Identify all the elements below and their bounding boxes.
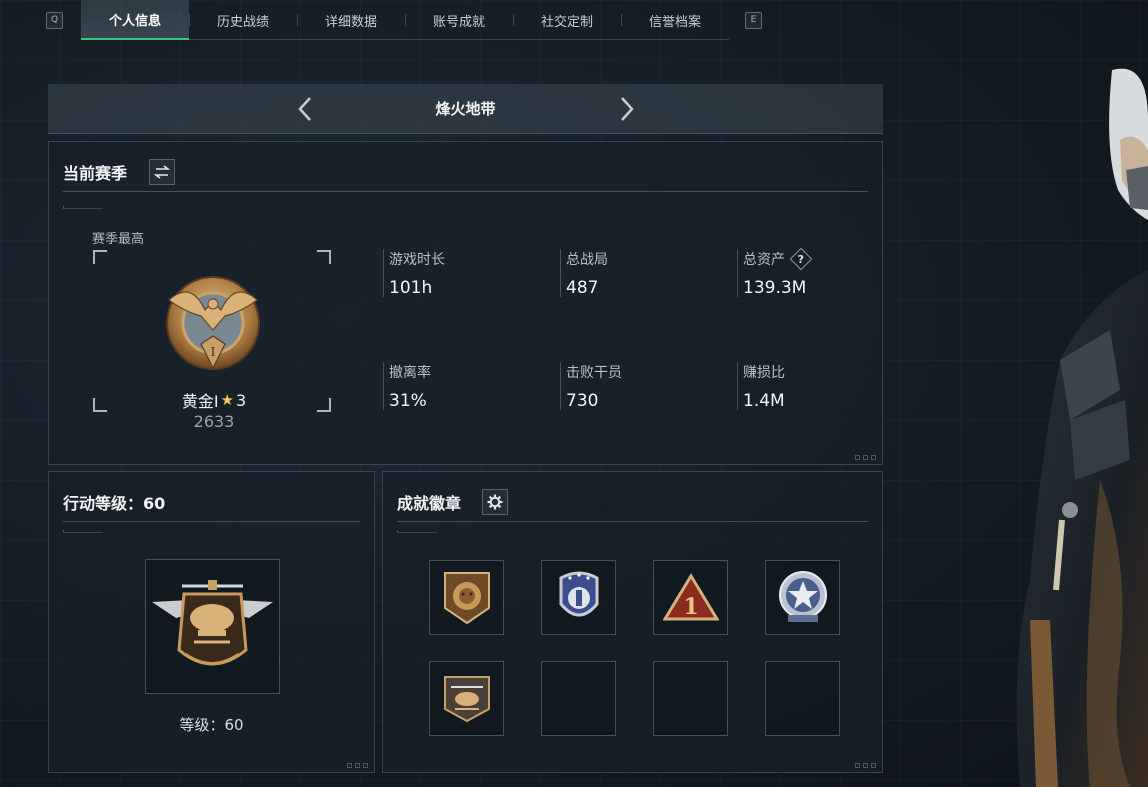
gold-rank-medal-icon: I <box>166 276 260 370</box>
help-icon[interactable]: ? <box>789 247 813 271</box>
lion-badge-icon <box>443 571 490 624</box>
tab-social-customize[interactable]: 社交定制 <box>513 0 621 40</box>
badge-settings-button[interactable] <box>482 489 508 515</box>
achievement-badges-panel: 成就徽章 1 <box>382 471 883 773</box>
decor-dots <box>347 763 368 768</box>
decor-ticks <box>397 530 437 533</box>
season-best-label: 赛季最高 <box>92 232 145 247</box>
rank-tier: 黄金I <box>181 392 219 411</box>
mode-title: 烽火地带 <box>435 100 496 118</box>
level-label: 等级：60 <box>179 716 244 734</box>
badge-slot-8-empty[interactable] <box>765 661 840 736</box>
badge-slot-6-empty[interactable] <box>541 661 616 736</box>
stat-total-assets: 总资产 ? 139.3M <box>737 247 813 298</box>
triangle-one-badge-icon: 1 <box>662 572 719 620</box>
divider <box>397 521 868 522</box>
decor-ticks <box>63 530 103 533</box>
panel-title: 成就徽章 <box>397 494 462 513</box>
stat-label: 总资产 <box>743 252 785 268</box>
badge-slot-1[interactable] <box>429 560 504 635</box>
divider <box>63 191 868 192</box>
tab-match-history[interactable]: 历史战绩 <box>189 0 297 40</box>
tab-personal-info[interactable]: 个人信息 <box>81 0 189 40</box>
divider <box>63 521 360 522</box>
tab-detailed-data[interactable]: 详细数据 <box>297 0 405 40</box>
tab-account-achievements[interactable]: 账号成就 <box>405 0 513 40</box>
badge-slot-4[interactable] <box>765 560 840 635</box>
svg-text:I: I <box>211 345 216 359</box>
chevron-left-icon[interactable] <box>292 95 320 123</box>
prev-tab-key-hint[interactable]: Q <box>46 11 63 29</box>
badge-slot-7-empty[interactable] <box>653 661 728 736</box>
chevron-right-icon[interactable] <box>612 95 640 123</box>
svg-text:1: 1 <box>683 594 698 620</box>
badge-slot-3[interactable]: 1 <box>653 560 728 635</box>
star-badge-icon <box>778 570 827 622</box>
stat-total-matches: 总战局 487 <box>560 249 608 298</box>
tab-bar: 个人信息 历史战绩 详细数据 账号成就 社交定制 信誉档案 <box>81 0 729 40</box>
top-nav: Q 个人信息 历史战绩 详细数据 账号成就 社交定制 信誉档案 E <box>46 0 762 40</box>
stat-operators-defeated: 击败干员 730 <box>560 362 622 411</box>
panel-title: 行动等级：60 <box>63 494 166 513</box>
mode-selector: 烽火地带 <box>48 84 883 134</box>
action-level-panel: 行动等级：60 等级：60 <box>48 471 375 773</box>
panel-title: 当前赛季 <box>63 164 128 183</box>
helicopter-level-icon <box>152 580 273 666</box>
swap-icon <box>154 165 170 179</box>
stat-profit-loss-ratio: 赚损比 1.4M <box>737 362 785 411</box>
level-badge[interactable] <box>145 559 280 694</box>
swap-season-button[interactable] <box>149 159 175 185</box>
star-icon: ★ <box>220 391 234 409</box>
decor-dots <box>855 763 876 768</box>
badge-slot-5[interactable] <box>429 661 504 736</box>
rank-score: 2633 <box>193 412 235 431</box>
rank-stars: 3 <box>236 390 247 410</box>
tab-credit-record[interactable]: 信誉档案 <box>621 0 729 40</box>
stat-extract-rate: 撤离率 31% <box>383 362 431 411</box>
current-season-panel: 当前赛季 赛季最高 I 黄金I ★ 3 2633 游戏时长 101h 总战局 4… <box>48 141 883 465</box>
gear-icon <box>487 494 503 510</box>
stat-play-time: 游戏时长 101h <box>383 249 445 298</box>
helicopter-badge-icon <box>443 675 490 722</box>
rank-name: 黄金I ★ 3 <box>159 388 269 412</box>
decor-ticks <box>63 206 103 209</box>
badge-slot-2[interactable] <box>541 560 616 635</box>
shield-badge-icon <box>559 571 598 616</box>
next-tab-key-hint[interactable]: E <box>745 11 762 29</box>
character-portrait <box>1016 68 1148 787</box>
decor-dots <box>855 455 876 460</box>
